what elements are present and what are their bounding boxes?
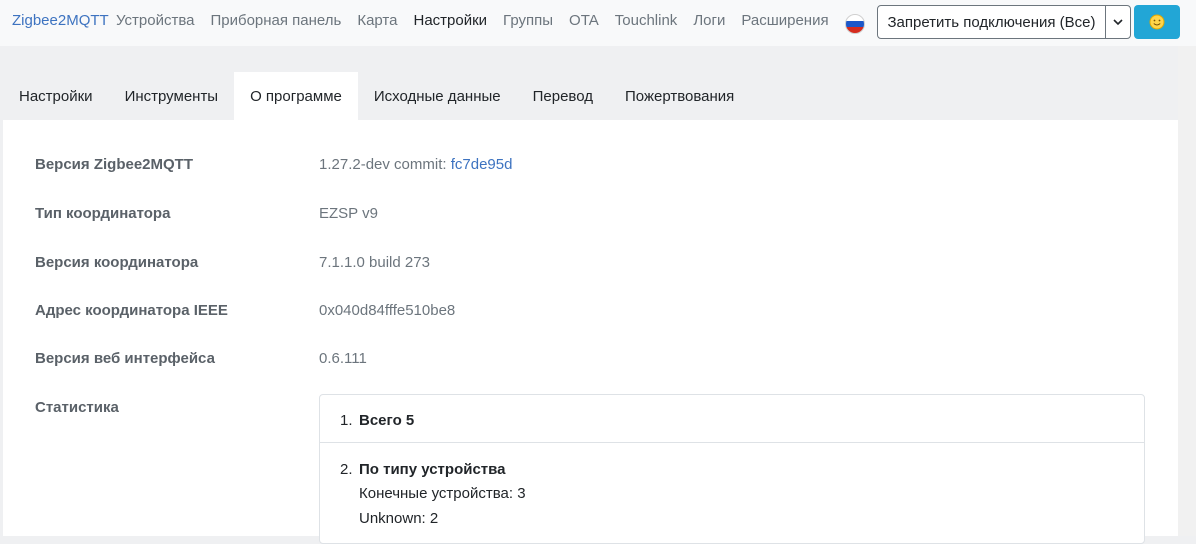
- coordinator-version-label: Версия координатора: [35, 254, 199, 271]
- permit-join-dropdown-toggle[interactable]: [1106, 6, 1130, 38]
- theme-toggle-button[interactable]: [1134, 5, 1180, 39]
- stats-by-type-title: По типу устройства: [359, 461, 506, 478]
- list-item: 2. По типу устройства Конечные устройств…: [320, 444, 1144, 544]
- tab-tools[interactable]: Инструменты: [109, 72, 235, 120]
- about-panel: Версия Zigbee2MQTT 1.27.2-dev commit: fc…: [3, 120, 1178, 544]
- list-number: 1.: [340, 412, 353, 429]
- nav-item-settings[interactable]: Настройки: [413, 12, 487, 29]
- stats-list: 1. Всего 5 2. По типу устройства Конечны…: [319, 394, 1145, 544]
- frontend-version-label: Версия веб интерфейса: [35, 350, 215, 367]
- frontend-version-value: 0.6.111: [319, 350, 367, 367]
- stats-label: Статистика: [35, 399, 119, 416]
- tab-settings[interactable]: Настройки: [3, 72, 109, 120]
- tab-donate[interactable]: Пожертвования: [609, 72, 750, 120]
- nav-item-dashboard[interactable]: Приборная панель: [210, 12, 341, 29]
- coordinator-version-value: 7.1.1.0 build 273: [319, 254, 430, 271]
- brand-link[interactable]: Zigbee2MQTT: [12, 12, 109, 29]
- tab-raw-data[interactable]: Исходные данные: [358, 72, 517, 120]
- nav-item-touchlink[interactable]: Touchlink: [615, 12, 678, 29]
- stats-unknown: Unknown: 2: [359, 510, 439, 527]
- nav-item-map[interactable]: Карта: [357, 12, 397, 29]
- nav-item-logs[interactable]: Логи: [693, 12, 725, 29]
- chevron-down-icon: [1113, 19, 1123, 26]
- coordinator-ieee-label: Адрес координатора IEEE: [35, 302, 228, 319]
- z2m-version-value: 1.27.2-dev commit: fc7de95d: [319, 156, 512, 173]
- permit-join-button[interactable]: Запретить подключения (Все): [878, 6, 1106, 38]
- settings-tabs: Настройки Инструменты О программе Исходн…: [3, 72, 750, 120]
- nav-menu: Устройства Приборная панель Карта Настро…: [116, 12, 845, 29]
- z2m-version-text: 1.27.2-dev commit:: [319, 156, 451, 173]
- nav-item-extensions[interactable]: Расширения: [741, 12, 828, 29]
- coordinator-type-label: Тип координатора: [35, 205, 171, 222]
- nav-item-ota[interactable]: OTA: [569, 12, 599, 29]
- coordinator-type-value: EZSP v9: [319, 205, 378, 222]
- russia-flag-icon[interactable]: [845, 14, 865, 34]
- sun-face-icon: [1149, 14, 1165, 30]
- tab-about[interactable]: О программе: [234, 72, 358, 120]
- coordinator-ieee-value: 0x040d84fffe510be8: [319, 302, 456, 319]
- list-number: 2.: [340, 461, 353, 478]
- z2m-version-label: Версия Zigbee2MQTT: [35, 156, 193, 173]
- nav-item-devices[interactable]: Устройства: [116, 12, 194, 29]
- top-navbar: Zigbee2MQTT Устройства Приборная панель …: [0, 0, 1196, 46]
- page-scrollbar[interactable]: [1178, 46, 1196, 536]
- nav-item-groups[interactable]: Группы: [503, 12, 553, 29]
- stats-total: Всего 5: [359, 412, 415, 429]
- permit-join-button-group: Запретить подключения (Все): [877, 5, 1131, 39]
- stats-end-devices: Конечные устройства: 3: [359, 485, 526, 502]
- list-item: 1. Всего 5: [320, 395, 1144, 443]
- z2m-commit-link[interactable]: fc7de95d: [451, 156, 513, 173]
- tab-translate[interactable]: Перевод: [517, 72, 609, 120]
